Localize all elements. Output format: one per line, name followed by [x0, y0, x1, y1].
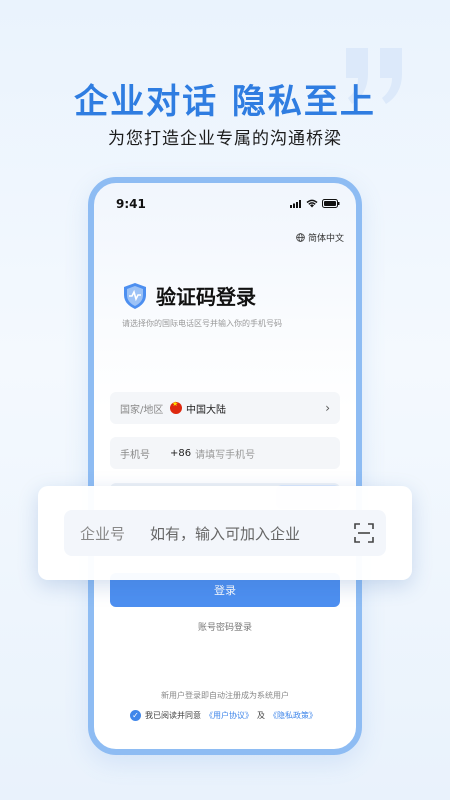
company-number-card: 企业号 如有，输入可加入企业 — [38, 486, 412, 580]
company-number-field[interactable]: 企业号 如有，输入可加入企业 — [64, 510, 386, 556]
promo-subheadline: 为您打造企业专属的沟通桥梁 — [108, 129, 342, 149]
agreement-row: ✓ 我已阅读并同意 《用户协议》及《隐私政策》 — [130, 710, 317, 721]
country-label: 国家/地区 — [120, 404, 164, 416]
country-value: 中国大陆 — [170, 400, 226, 416]
password-login-link[interactable]: 账号密码登录 — [94, 620, 356, 633]
country-name: 中国大陆 — [186, 404, 226, 416]
language-selector[interactable]: 简体中文 — [296, 231, 344, 244]
phone-label: 手机号 — [120, 449, 150, 461]
phone-mockup: 9:41 简体中文 验证码登录 请选择你的国际电话区号并输入你的手机号码 国家/… — [88, 177, 362, 755]
scan-icon[interactable] — [354, 523, 374, 543]
user-agreement-link[interactable]: 《用户协议》 — [205, 710, 253, 721]
battery-icon — [322, 199, 340, 208]
signal-icon — [290, 199, 301, 208]
login-title: 验证码登录 — [156, 285, 256, 309]
shield-icon — [124, 282, 146, 309]
wifi-icon — [306, 199, 318, 208]
language-label: 简体中文 — [307, 234, 344, 244]
country-selector[interactable]: 国家/地区 中国大陆 › — [110, 392, 340, 424]
china-flag-icon — [170, 400, 182, 414]
status-icons — [290, 199, 340, 208]
login-header: 验证码登录 — [122, 281, 256, 310]
checkbox-checked-icon[interactable]: ✓ — [130, 710, 141, 721]
globe-icon — [296, 233, 305, 242]
privacy-policy-link[interactable]: 《隐私政策》 — [269, 710, 317, 721]
chevron-right-icon: › — [325, 401, 330, 415]
phone-field[interactable]: 手机号 +86 请填写手机号 — [110, 437, 340, 469]
phone-placeholder: 请填写手机号 — [195, 449, 256, 461]
phone-input[interactable]: +86 请填写手机号 — [170, 446, 255, 461]
phone-prefix: +86 — [170, 447, 192, 459]
status-time: 9:41 — [116, 197, 146, 211]
promo-headline: 企业对话 隐私至上 — [74, 82, 376, 122]
register-note: 新用户登录即自动注册成为系统用户 — [161, 691, 289, 700]
company-placeholder: 如有，输入可加入企业 — [150, 524, 301, 543]
company-label: 企业号 — [80, 524, 126, 543]
agreement-conjunction: 及 — [257, 711, 265, 720]
agreement-prefix: 我已阅读并同意 — [145, 711, 201, 720]
login-hint: 请选择你的国际电话区号并输入你的手机号码 — [122, 319, 282, 328]
